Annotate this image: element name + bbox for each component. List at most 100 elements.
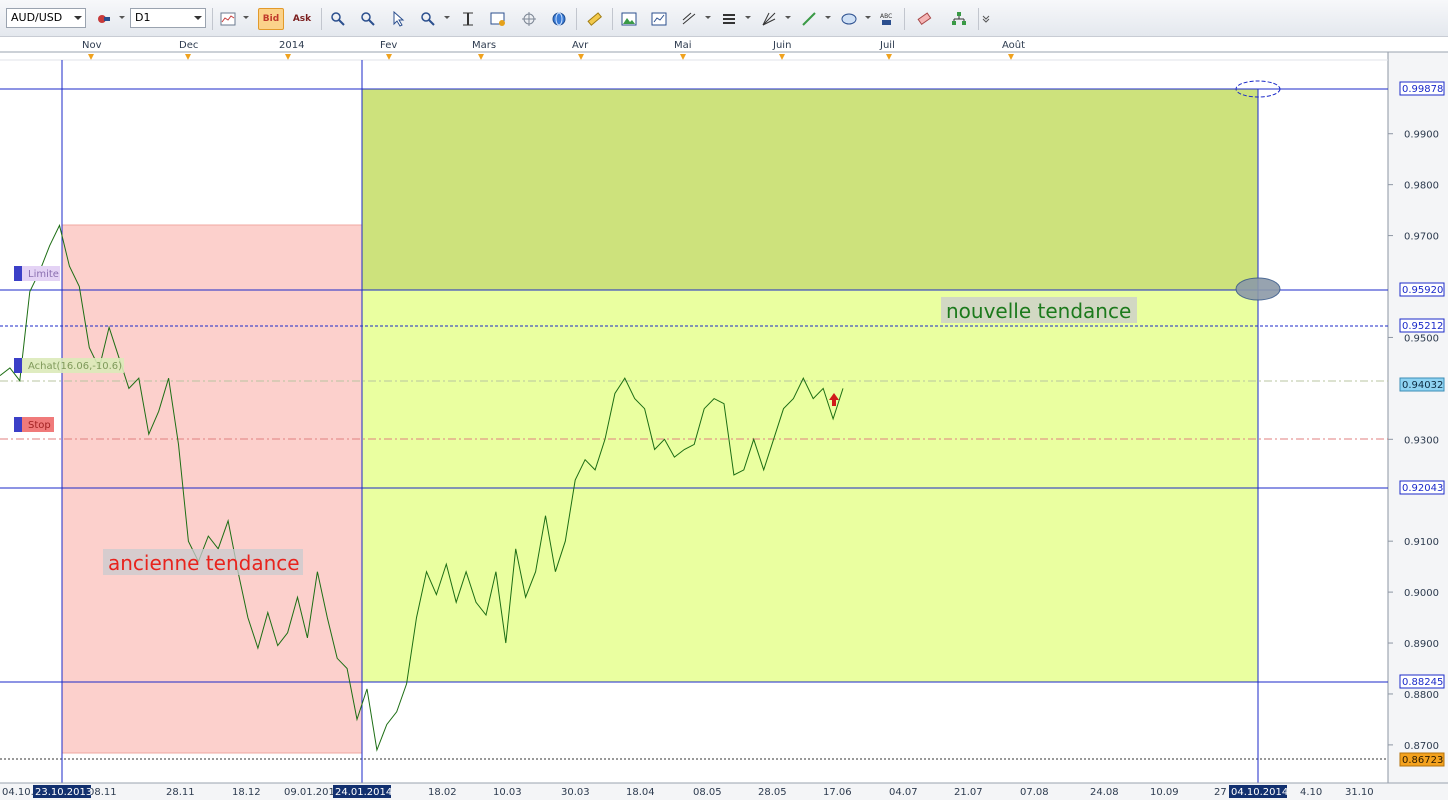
price-tag-current: 0.94032 [1399, 377, 1445, 392]
ask-button[interactable]: Ask [289, 8, 315, 30]
buy-handle[interactable] [14, 358, 22, 373]
date-tick-label: 08.11 [88, 787, 117, 798]
separator [576, 8, 577, 30]
ellipse-button[interactable] [838, 8, 860, 30]
month-label: Août [1002, 39, 1025, 51]
save-chart-button[interactable] [648, 8, 670, 30]
chevron-down-icon[interactable] [785, 16, 791, 19]
price-tick-label: 0.9000 [1404, 588, 1439, 599]
image-icon [621, 12, 637, 26]
new-trend-upper-zone [362, 89, 1258, 290]
chart-save-icon [651, 12, 667, 26]
trend-line-button[interactable] [798, 8, 820, 30]
price-tag-dotted-text: 0.95212 [1402, 321, 1443, 332]
scale-button[interactable] [457, 8, 479, 30]
crosshair-button[interactable] [518, 8, 540, 30]
cursor-icon [393, 11, 405, 27]
symbol-select[interactable]: AUD/USD [6, 8, 86, 28]
month-label: Mai [674, 40, 692, 51]
chart-area[interactable]: Nov Dec 2014 Fev Mars Avr Mai Juin Juil Août Limi… [0, 37, 1448, 800]
timeframe-select[interactable]: D1 [130, 8, 206, 28]
horizontal-lines-button[interactable] [718, 8, 740, 30]
date-tick-label: 28.05 [758, 787, 787, 798]
zoom-in-button[interactable] [327, 8, 349, 30]
scale-icon [463, 12, 473, 26]
eraser-button[interactable] [913, 8, 935, 30]
date-tick-label: 27 [1214, 787, 1227, 798]
price-tick-label: 0.9100 [1404, 537, 1439, 548]
month-marker [478, 54, 484, 60]
text-tool-button[interactable]: ABC [876, 8, 898, 30]
month-marker [88, 54, 94, 60]
price-tag-low: 0.88245 [1399, 674, 1445, 689]
line-chart-icon [220, 12, 236, 26]
price-tick-label: 0.9800 [1404, 181, 1439, 192]
date-tick-label: 31.10 [1345, 787, 1374, 798]
date-tick-label: 04.10. [2, 787, 34, 798]
objects-tree-button[interactable] [948, 8, 970, 30]
date-tick-label: 18.12 [232, 787, 261, 798]
price-tag-top: 0.99878 [1399, 81, 1445, 96]
template-icon [490, 12, 505, 26]
price-tag-dotted: 0.95212 [1399, 318, 1445, 333]
price-tag-lower-text: 0.92043 [1402, 483, 1443, 494]
toolbar-overflow-button[interactable] [980, 8, 992, 30]
separator [612, 8, 613, 30]
price-tag-upper: 0.95920 [1399, 282, 1445, 297]
cursor-button[interactable] [387, 8, 409, 30]
zoom-box-button[interactable] [417, 8, 439, 30]
tools-icon [98, 15, 110, 23]
month-label: Dec [179, 40, 198, 51]
date-tick-label: 10.09 [1150, 787, 1179, 798]
zoom-in-icon [331, 12, 345, 26]
globe-button[interactable] [548, 8, 570, 30]
price-tick-label: 0.9700 [1404, 232, 1439, 243]
text-icon: ABC [880, 13, 892, 25]
chevron-down-icon[interactable] [243, 16, 249, 19]
date-tick-label: 07.08 [1020, 787, 1049, 798]
template-button[interactable] [487, 8, 509, 30]
picture-button[interactable] [618, 8, 640, 30]
month-marker [578, 54, 584, 60]
month-marker [1008, 54, 1014, 60]
chevron-down-icon[interactable] [705, 16, 711, 19]
chevron-down-icon [982, 15, 990, 23]
price-tag-upper-text: 0.95920 [1402, 285, 1443, 296]
chart-type-button[interactable] [217, 8, 239, 30]
ruler-button[interactable] [583, 8, 605, 30]
month-label: Avr [572, 40, 589, 51]
date-tick-label: 18.04 [626, 787, 655, 798]
fan-button[interactable] [758, 8, 780, 30]
globe-icon [552, 12, 566, 26]
chevron-down-icon [194, 16, 202, 20]
stop-handle[interactable] [14, 417, 22, 432]
date-tick-label: 28.11 [166, 787, 195, 798]
chevron-down-icon[interactable] [444, 16, 450, 19]
date-tick-label: 21.07 [954, 787, 983, 798]
chevron-down-icon[interactable] [825, 16, 831, 19]
bid-button[interactable]: Bid [258, 8, 284, 30]
fan-icon [762, 12, 776, 26]
month-marker [886, 54, 892, 60]
draw-lines-button[interactable] [678, 8, 700, 30]
limit-handle[interactable] [14, 266, 22, 281]
chevron-down-icon[interactable] [119, 16, 125, 19]
chart-settings-button[interactable] [93, 8, 115, 30]
toolbar: AUD/USD D1 Bid Ask ABC [0, 0, 1448, 37]
price-tick-label: 0.9300 [1404, 435, 1439, 446]
price-tick-label: 0.8900 [1404, 639, 1439, 650]
zoom-out-button[interactable] [357, 8, 379, 30]
ellipse-icon [841, 13, 857, 25]
month-label: Mars [472, 40, 496, 51]
month-label: 2014 [279, 40, 304, 51]
month-marker [779, 54, 785, 60]
bid-label: Bid [262, 14, 280, 24]
lines-icon [682, 12, 696, 25]
month-ruler: Nov Dec 2014 Fev Mars Avr Mai Juin Juil Août [82, 39, 1025, 60]
separator [321, 8, 322, 30]
selection-handle-middle[interactable] [1235, 277, 1281, 301]
chevron-down-icon[interactable] [745, 16, 751, 19]
date-tick-label: 30.03 [561, 787, 590, 798]
chevron-down-icon[interactable] [865, 16, 871, 19]
date-highlight-start-text: 23.10.2013 [35, 787, 92, 798]
